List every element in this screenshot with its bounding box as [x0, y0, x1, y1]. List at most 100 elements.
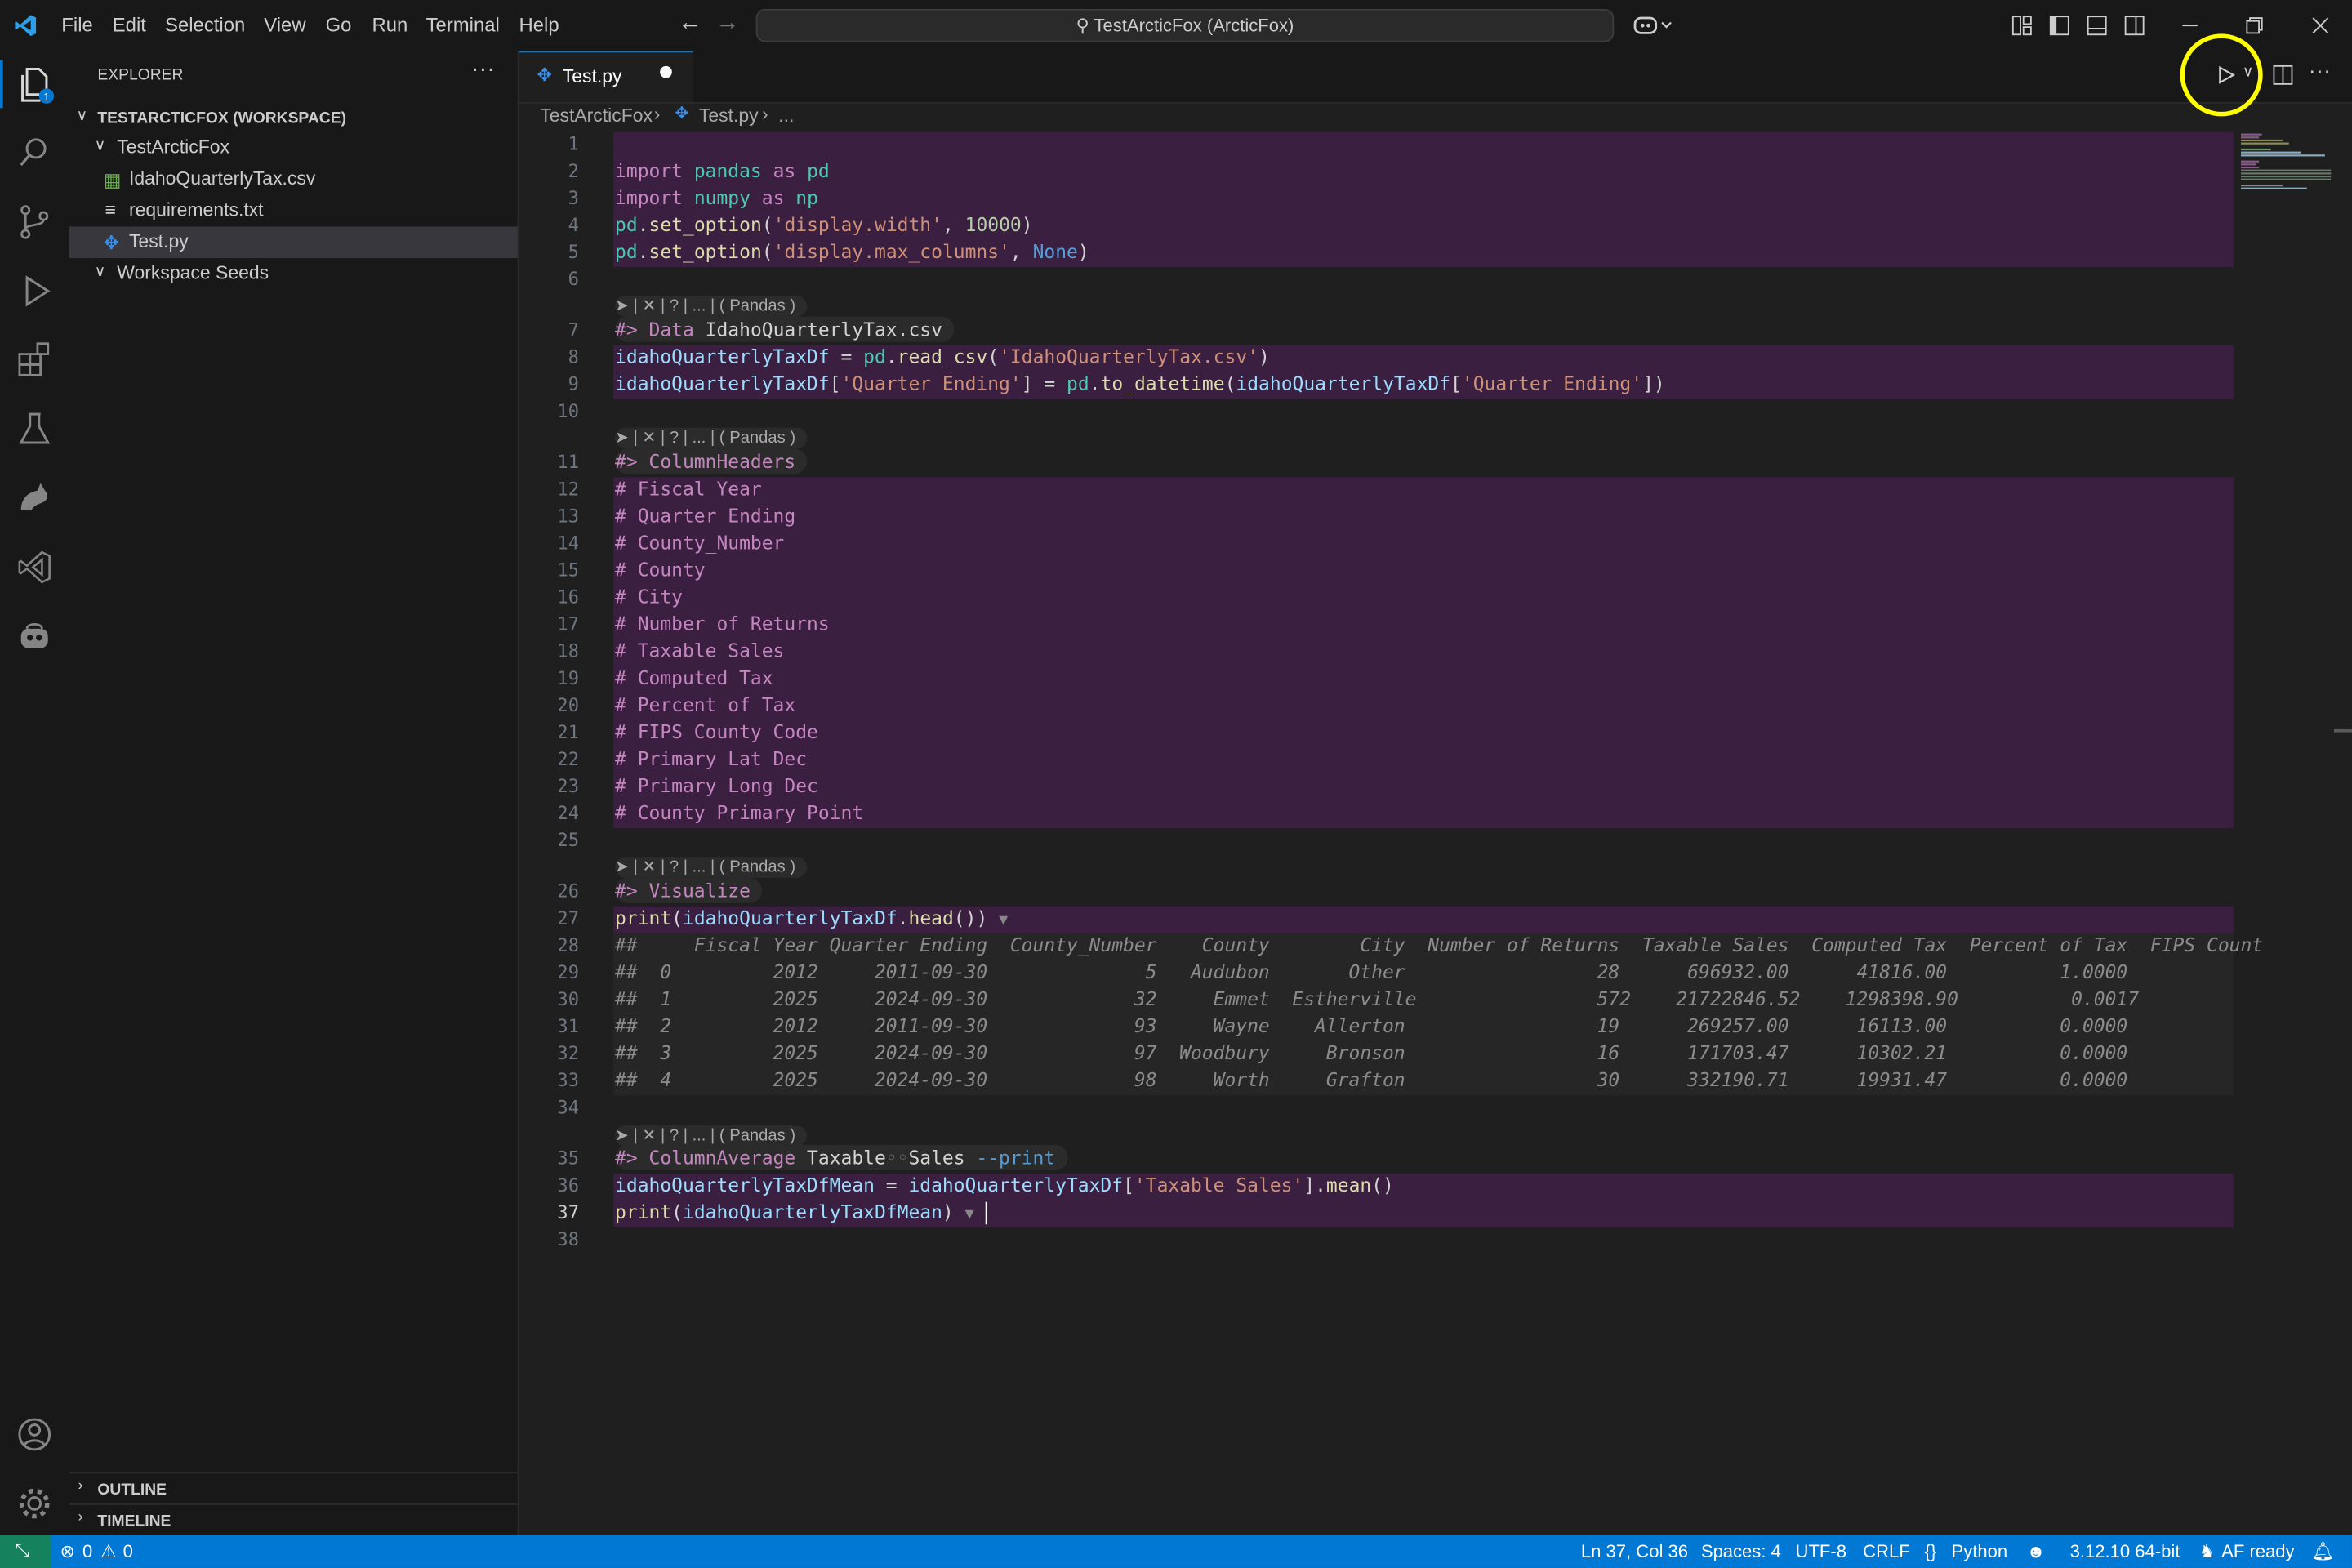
chevron-down-icon[interactable]: ∨ [95, 264, 105, 280]
search-activity-icon[interactable] [14, 132, 56, 174]
code-line-17[interactable]: # Number of Returns [615, 612, 830, 635]
code-line-35[interactable]: #> ColumnAverage Taxable◦◦Sales --print [615, 1144, 1067, 1171]
cursor-position[interactable]: Ln 37, Col 36 [1581, 1541, 1688, 1562]
menu-selection[interactable]: Selection [165, 14, 245, 37]
line-number: 37 [557, 1201, 579, 1223]
code-line-11[interactable]: #> ColumnHeaders [615, 448, 808, 474]
code-line-20[interactable]: # Percent of Tax [615, 693, 795, 716]
breadcrumb-file[interactable]: Test.py [699, 105, 759, 127]
encoding[interactable]: UTF-8 [1796, 1541, 1846, 1562]
code-line-5[interactable]: pd.set_option('display.max_columns', Non… [615, 240, 1089, 263]
indentation[interactable]: Spaces: 4 [1701, 1541, 1781, 1562]
breadcrumb-folder[interactable]: TestArcticFox [540, 105, 653, 127]
code-line-19[interactable]: # Computed Tax [615, 666, 773, 689]
chevron-down-icon[interactable]: ∨ [95, 138, 105, 154]
code-line-9[interactable]: idahoQuarterlyTaxDf['Quarter Ending'] = … [615, 372, 1665, 395]
chevron-right-icon[interactable]: › [78, 1478, 83, 1494]
codelens-cell-1[interactable]: ➤ | ✕ | ? | ... | ( Pandas ) [615, 295, 808, 317]
warnings-icon[interactable]: ⚠ [100, 1541, 117, 1562]
line-number: 21 [557, 721, 579, 743]
command-center-search[interactable]: ⚲ TestArcticFox (ArcticFox) [755, 9, 1615, 42]
source-control-icon[interactable] [14, 201, 56, 243]
chevron-down-icon[interactable]: ∨ [77, 108, 87, 124]
line-number: 20 [557, 694, 579, 716]
menu-run[interactable]: Run [372, 14, 408, 37]
menu-file[interactable]: File [61, 14, 92, 37]
more-actions-icon[interactable]: ··· [471, 57, 495, 84]
toggle-primary-sidebar-icon[interactable] [2049, 15, 2070, 36]
code-line-21[interactable]: # FIPS County Code [615, 720, 818, 743]
python-interpreter[interactable]: 3.12.10 64-bit [2070, 1541, 2180, 1562]
code-line-18[interactable]: # Taxable Sales [615, 639, 784, 662]
code-line-24[interactable]: # County Primary Point [615, 801, 863, 824]
code-line-37[interactable]: print(idahoQuarterlyTaxDfMean) ▼ [615, 1200, 987, 1225]
folder-testarcticfox[interactable]: TestArcticFox [117, 136, 229, 158]
minimap[interactable] [2235, 132, 2334, 1535]
file-requirements-txt[interactable]: requirements.txt [129, 199, 264, 220]
errors-count[interactable]: 0 [82, 1541, 92, 1562]
menu-go[interactable]: Go [326, 14, 352, 37]
chevron-right-icon[interactable]: › [78, 1509, 83, 1526]
copilot-chat-icon[interactable] [14, 615, 56, 657]
breadcrumb-symbol[interactable]: ... [778, 105, 794, 127]
code-line-4[interactable]: pd.set_option('display.width', 10000) [615, 213, 1033, 236]
code-line-26[interactable]: #> Visualize [615, 877, 763, 904]
code-line-16[interactable]: # City [615, 586, 683, 608]
csv-file-icon: ▦ [103, 169, 122, 191]
tab-test-py[interactable]: ✥ Test.py [519, 51, 693, 102]
notifications-bell-icon[interactable]: 🔔︎ [2311, 1541, 2334, 1562]
code-line-7[interactable]: #> Data IdahoQuarterlyTax.csv [615, 316, 955, 342]
code-line-22[interactable]: # Primary Lat Dec [615, 747, 807, 770]
warnings-count[interactable]: 0 [123, 1541, 133, 1562]
codelens-cell-2[interactable]: ➤ | ✕ | ? | ... | ( Pandas ) [615, 427, 808, 449]
codelens-cell-4[interactable]: ➤ | ✕ | ? | ... | ( Pandas ) [615, 1125, 808, 1147]
extensions-icon[interactable] [14, 339, 56, 381]
testing-icon[interactable] [14, 408, 56, 450]
code-line-15[interactable]: # County [615, 558, 706, 581]
close-window-icon[interactable] [2310, 15, 2332, 36]
code-line-27[interactable]: print(idahoQuarterlyTaxDf.head()) ▼ [615, 906, 1008, 929]
codelens-cell-3[interactable]: ➤ | ✕ | ? | ... | ( Pandas ) [615, 857, 808, 878]
line-ending[interactable]: CRLF [1863, 1541, 1910, 1562]
menu-help[interactable]: Help [519, 14, 559, 37]
folder-workspace-seeds[interactable]: Workspace Seeds [117, 263, 269, 284]
title-bar: File Edit Selection View Go Run Terminal… [0, 0, 2352, 53]
language-mode[interactable]: Python [1952, 1541, 2008, 1562]
menu-view[interactable]: View [264, 14, 305, 37]
code-line-12[interactable]: # Fiscal Year [615, 477, 762, 500]
code-line-13[interactable]: # Quarter Ending [615, 504, 795, 527]
arcticfox-icon[interactable] [14, 477, 56, 519]
visual-studio-icon[interactable] [14, 546, 56, 588]
menu-terminal[interactable]: Terminal [426, 14, 500, 37]
copilot-icon[interactable] [1633, 14, 1673, 38]
menu-edit[interactable]: Edit [113, 14, 146, 37]
toggle-panel-icon[interactable] [2087, 15, 2108, 36]
timeline-header[interactable]: TIMELINE [97, 1512, 171, 1530]
remote-indicator[interactable]: ⤡ [0, 1535, 51, 1568]
scrollbar-thumb[interactable] [2333, 728, 2352, 733]
editor-more-actions-icon[interactable]: ··· [2309, 59, 2332, 84]
workspace-header[interactable]: TESTARCTICFOX (WORKSPACE) [97, 109, 346, 127]
arcticfox-status[interactable]: AF ready [2221, 1541, 2294, 1562]
explorer-icon[interactable]: 1 [14, 63, 56, 105]
outline-header[interactable]: OUTLINE [97, 1481, 167, 1499]
split-editor-icon[interactable] [2273, 65, 2294, 86]
run-debug-icon[interactable] [14, 270, 56, 312]
code-line-8[interactable]: idahoQuarterlyTaxDf = pd.read_csv('Idaho… [615, 345, 1270, 368]
unsaved-dot-icon[interactable] [660, 65, 672, 78]
code-line-36[interactable]: idahoQuarterlyTaxDfMean = idahoQuarterly… [615, 1174, 1394, 1196]
accounts-icon[interactable] [14, 1414, 56, 1455]
settings-gear-icon[interactable] [14, 1482, 56, 1524]
file-test-py[interactable]: Test.py [129, 231, 189, 252]
errors-icon[interactable]: ⊗ [60, 1541, 74, 1562]
code-line-23[interactable]: # Primary Long Dec [615, 774, 818, 797]
customize-layout-icon[interactable] [2011, 15, 2033, 36]
code-line-14[interactable]: # County_Number [615, 531, 784, 554]
code-line-3[interactable]: import numpy as np [615, 186, 818, 209]
file-idahoquarterlytax-csv[interactable]: IdahoQuarterlyTax.csv [129, 168, 315, 189]
code-line-2[interactable]: import pandas as pd [615, 159, 830, 182]
back-arrow-icon[interactable]: ← [678, 11, 702, 38]
copilot-status-icon[interactable]: ☻ [2026, 1541, 2045, 1562]
forward-arrow-icon[interactable]: → [715, 11, 739, 38]
toggle-secondary-sidebar-icon[interactable] [2124, 15, 2145, 36]
